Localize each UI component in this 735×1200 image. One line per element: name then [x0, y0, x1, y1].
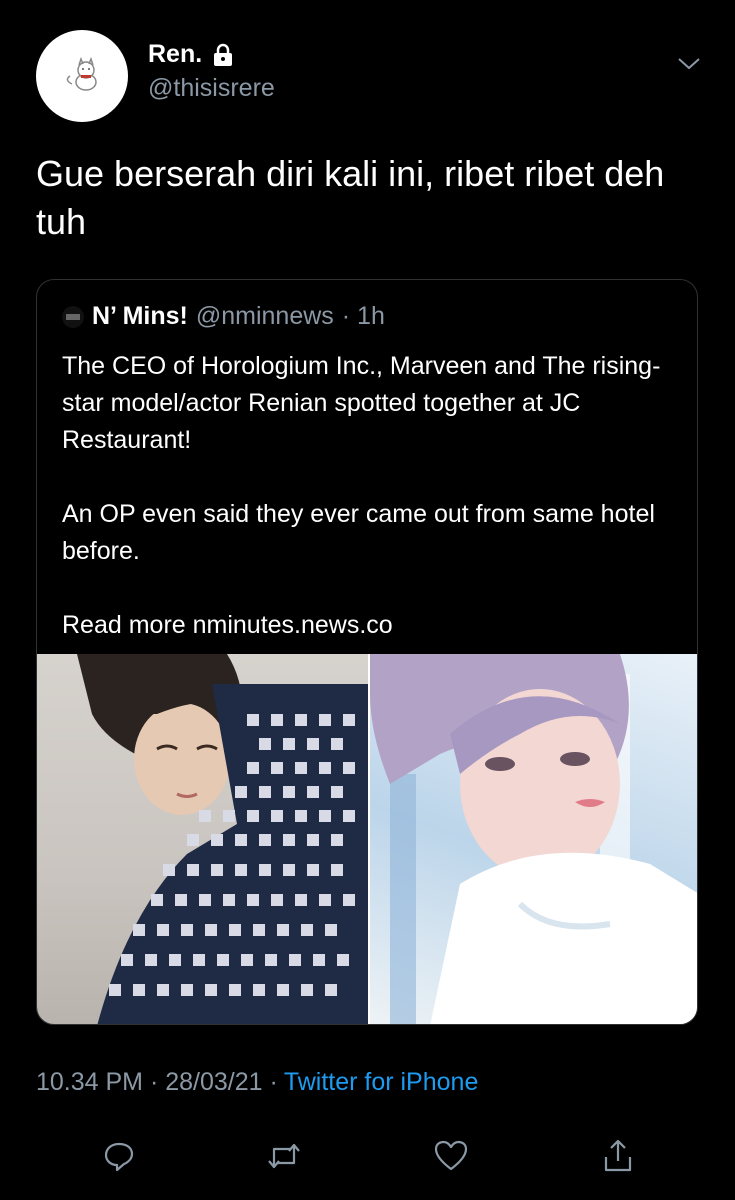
quoted-author-name: N’ Mins! — [92, 302, 188, 330]
author-handle[interactable]: @thisisrere — [148, 74, 275, 103]
quoted-author-avatar — [62, 305, 84, 328]
news-logo-icon — [66, 313, 80, 320]
tweet-meta: 10.34 PM · 28/03/21 · Twitter for iPhone — [36, 1068, 478, 1097]
media-photo-2[interactable] — [368, 654, 697, 1024]
like-icon — [434, 1140, 468, 1171]
quoted-tweet-media[interactable] — [37, 654, 697, 1024]
quoted-tweet-header: N’ Mins! @nminnews · 1h — [62, 302, 385, 331]
share-icon — [604, 1139, 632, 1172]
tweet-actions-bar — [0, 1136, 735, 1186]
retweet-button[interactable] — [264, 1136, 304, 1176]
tweet-timestamp[interactable]: 10.34 PM · 28/03/21 · — [36, 1068, 278, 1097]
tweet-text: Gue berserah diri kali ini, ribet ribet … — [36, 153, 665, 242]
cat-avatar-icon — [66, 56, 97, 91]
author-avatar[interactable] — [36, 30, 128, 122]
lock-icon — [214, 43, 233, 66]
retweet-icon — [268, 1143, 300, 1169]
author-name-row: Ren. — [148, 40, 234, 69]
tweet-source-link[interactable]: Twitter for iPhone — [284, 1068, 479, 1097]
like-button[interactable] — [431, 1136, 471, 1176]
quoted-tweet-text: The CEO of Horologium Inc., Marveen and … — [62, 352, 661, 639]
quoted-author-handle: @nminnews — [195, 302, 334, 330]
more-options-button[interactable] — [676, 56, 702, 77]
reply-button[interactable] — [99, 1136, 139, 1176]
quoted-tweet-time: · 1h — [341, 302, 385, 330]
media-photo-1[interactable] — [37, 654, 368, 1024]
photo-illustration — [370, 654, 697, 1024]
share-button[interactable] — [598, 1136, 638, 1176]
reply-icon — [104, 1142, 134, 1172]
photo-illustration — [77, 654, 368, 1024]
author-name[interactable]: Ren. — [148, 40, 202, 69]
chevron-down-icon — [678, 58, 700, 70]
quoted-tweet-card[interactable]: N’ Mins! @nminnews · 1h The CEO of Horol… — [36, 279, 698, 1025]
